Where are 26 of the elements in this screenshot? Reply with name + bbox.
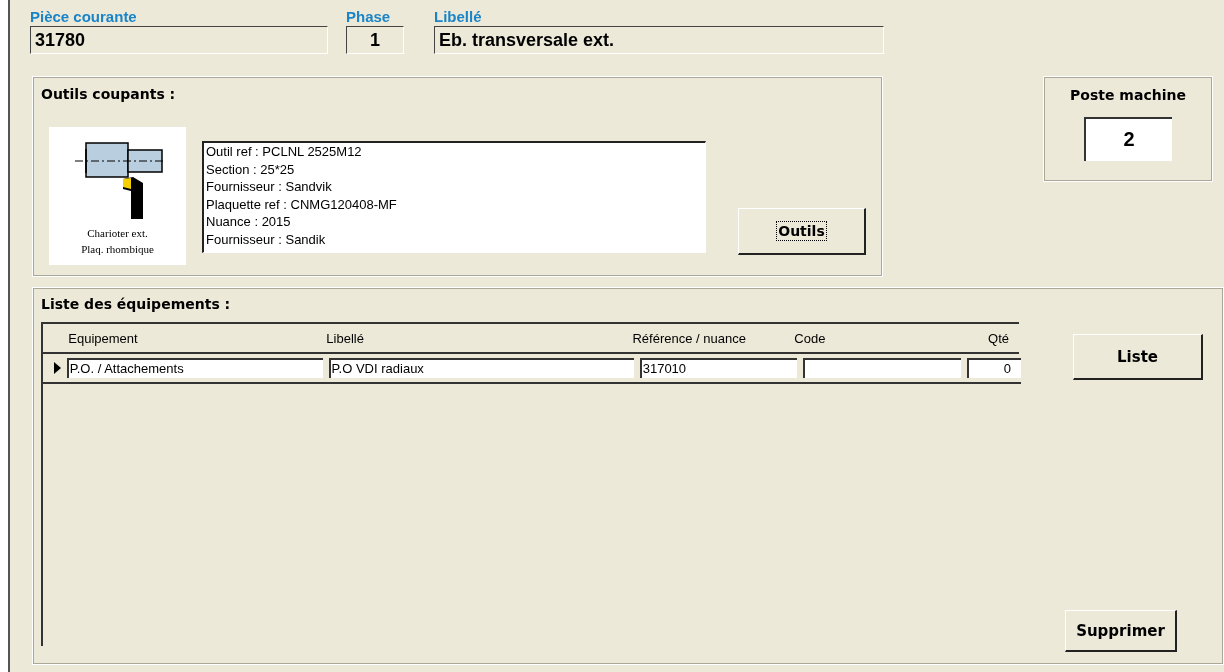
value-field: 31780 (30, 26, 328, 54)
column-header: Libellé (325, 330, 365, 346)
field-label: Pièce courante (30, 8, 138, 26)
panel-title: Liste des équipements : (41, 296, 232, 312)
column-header: Equipement (67, 330, 139, 346)
turning-tool-icon (72, 139, 163, 219)
table-cell[interactable]: P.O VDI radiaux (328, 358, 634, 378)
panel-title: Poste machine (1070, 87, 1186, 103)
tool-details-field: Outil ref : PCLNL 2525M12 Section : 25*25 Fournisseur : Sandvik Plaquette ref : CNMG120408-MF Nuance : 2015 Fournisseur : Sandik (202, 141, 706, 253)
field-label: Libellé (434, 8, 483, 26)
table-cell[interactable] (803, 358, 961, 378)
table-cell[interactable]: P.O. / Attachements (66, 358, 323, 378)
panel-title: Outils coupants : (41, 86, 176, 102)
column-header: Code (793, 330, 827, 346)
column-header: Référence / nuance (631, 330, 747, 346)
list-button[interactable]: Liste (1073, 334, 1203, 380)
column-header: Qté (987, 330, 1011, 346)
value-field: Eb. transversale ext. (434, 26, 884, 54)
field-label: Phase (346, 8, 392, 26)
value-field: 1 (346, 26, 404, 54)
table-cell[interactable]: 0 (966, 358, 1021, 378)
table-cell[interactable]: 317010 (639, 358, 798, 378)
machine-field: 2 (1084, 117, 1172, 161)
delete-button[interactable]: Supprimer (1065, 610, 1177, 652)
tools-button[interactable]: Outils (738, 208, 866, 255)
tool-caption: Charioter ext. Plaq. rhombique (81, 226, 154, 257)
